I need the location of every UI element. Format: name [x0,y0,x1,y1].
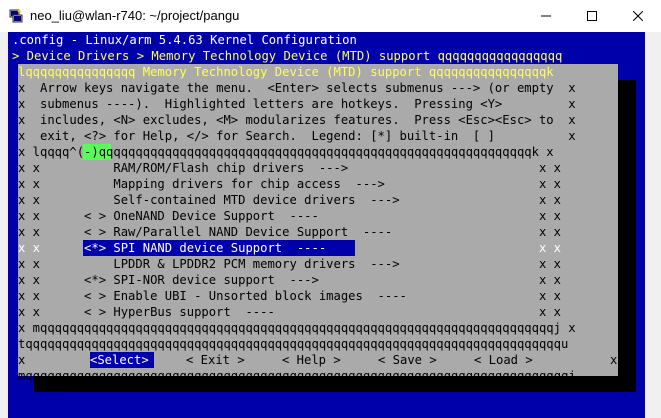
menu-list-top-border: x lqqqq^(-)qqqqqqqqqqqqqqqqqqqqqqqqqqqqq… [18,145,554,159]
terminal-window: neo_liu@wlan-r740: ~/project/pangu .conf… [0,0,661,418]
window-title: neo_liu@wlan-r740: ~/project/pangu [30,8,240,23]
button-row-right-border: x [610,353,618,367]
exit-button[interactable]: < Exit > [186,352,245,368]
dialog-title: lqqqqqqqqqqqqqqq Memory Technology Devic… [18,65,554,79]
load-button[interactable]: < Load > [474,352,533,368]
terminal-screen[interactable]: .config - Linux/arm 5.4.63 Kernel Config… [8,32,661,418]
help-line: x exit, <?> for Help, </> for Search. Le… [18,129,576,143]
minimize-button[interactable] [523,0,569,32]
putty-icon [9,9,23,23]
menu-item-ram-rom-flash[interactable]: x x RAM/ROM/Flash chip drivers ---> x x [18,160,561,176]
dialog-bottom-border: mqqqqqqqqqqqqqqqqqqqqqqqqqqqqqqqqqqqqqqq… [18,369,576,383]
config-header: .config - Linux/arm 5.4.63 Kernel Config… [12,33,357,47]
button-row-left-border: x [18,353,26,367]
menu-item-onenand[interactable]: x x < > OneNAND Device Support ---- x x [18,208,561,224]
select-button[interactable]: <Select> [90,352,149,368]
menu-item-ubi[interactable]: x x < > Enable UBI - Unsorted block imag… [18,288,561,304]
menu-item-spi-nor[interactable]: x x <*> SPI-NOR device support ---> x x [18,272,561,288]
title-bar[interactable]: neo_liu@wlan-r740: ~/project/pangu [0,0,661,32]
menu-item-mapping-drivers[interactable]: x x Mapping drivers for chip access --->… [18,176,561,192]
maximize-button[interactable] [569,0,615,32]
menu-item-raw-parallel-nand[interactable]: x x < > Raw/Parallel NAND Device Support… [18,224,561,240]
help-line: x Arrow keys navigate the menu. <Enter> … [18,81,576,95]
menu-item-hyperbus[interactable]: x x < > HyperBus support ---- x x [18,304,561,320]
help-line: x submenus ----). Highlighted letters ar… [18,97,576,111]
menu-item-lpddr[interactable]: x x LPDDR & LPDDR2 PCM memory drivers --… [18,256,561,272]
save-button[interactable]: < Save > [378,352,437,368]
breadcrumb: > Device Drivers > Memory Technology Dev… [12,49,563,63]
dialog-separator: tqqqqqqqqqqqqqqqqqqqqqqqqqqqqqqqqqqqqqqq… [18,337,569,351]
close-button[interactable] [615,0,661,32]
menu-item-spi-nand[interactable]: x x <*> SPI NAND device Support ---- x x [18,240,561,256]
minimize-icon [541,15,551,17]
maximize-icon [587,11,597,21]
help-button[interactable]: < Help > [282,352,341,368]
dialog-shadow-right [618,80,636,392]
menu-list-bottom-border: x mqqqqqqqqqqqqqqqqqqqqqqqqqqqqqqqqqqqqq… [18,321,576,335]
close-icon [633,11,643,21]
scrollbar[interactable] [645,32,661,418]
help-line: x includes, <N> excludes, <M> modularize… [18,113,576,127]
menu-item-self-contained-mtd[interactable]: x x Self-contained MTD device drivers --… [18,192,561,208]
